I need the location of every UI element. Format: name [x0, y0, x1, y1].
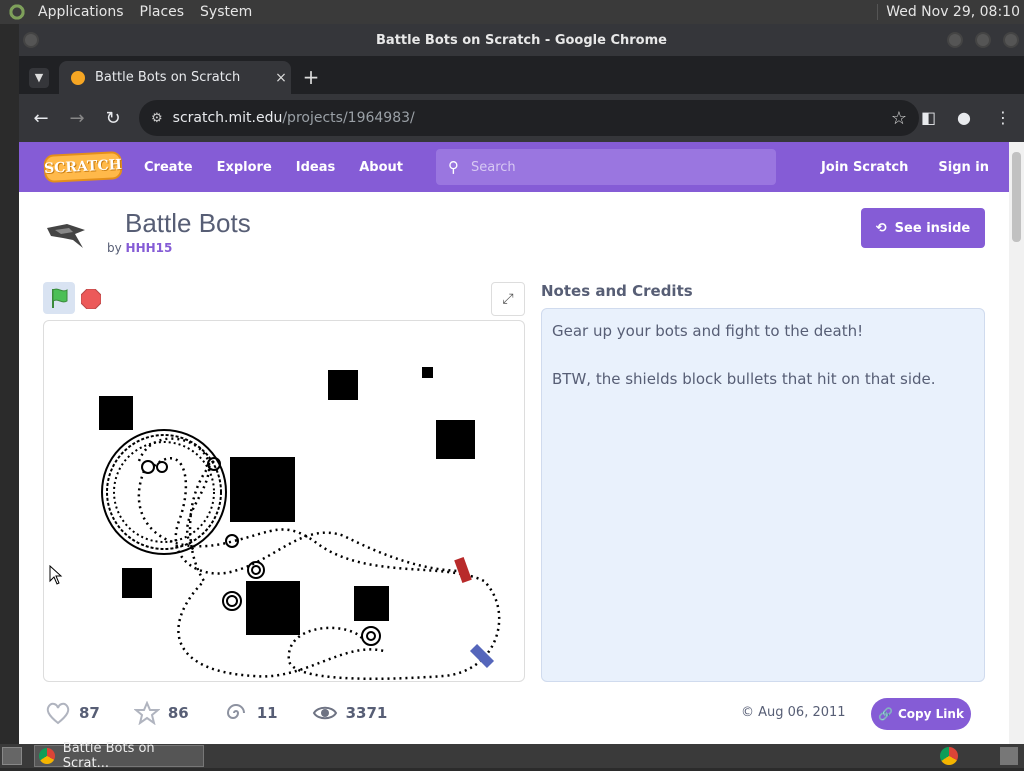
- eye-icon: [312, 706, 337, 720]
- search-input[interactable]: ⚲ Search: [436, 149, 776, 185]
- remix-arrows-icon: ⟲: [875, 220, 887, 236]
- stop-sign-icon[interactable]: [81, 289, 101, 309]
- browser-window: Battle Bots on Scratch - Google Chrome ▼…: [19, 24, 1024, 744]
- scratch-favicon-icon: [71, 70, 85, 85]
- favorite-count: 86: [167, 704, 189, 722]
- close-window-button[interactable]: [1003, 32, 1019, 48]
- menu-places[interactable]: Places: [140, 4, 185, 20]
- love-count: 87: [79, 704, 100, 722]
- top-panel: Applications Places System Wed Nov 29, 0…: [0, 0, 1024, 24]
- tracks: [101, 429, 227, 555]
- window-titlebar: Battle Bots on Scratch - Google Chrome: [19, 24, 1024, 56]
- forward-arrow-icon[interactable]: →: [59, 108, 95, 129]
- chrome-icon: [39, 748, 55, 764]
- heart-icon: [46, 702, 70, 725]
- tab-battle-bots[interactable]: Battle Bots on Scratch ×: [59, 61, 291, 94]
- taskbar: Battle Bots on Scrat...: [0, 741, 1024, 771]
- tab-close-icon[interactable]: ×: [271, 70, 291, 86]
- copy-link-button[interactable]: 🔗 Copy Link: [871, 698, 971, 730]
- nav-ideas[interactable]: Ideas: [296, 160, 335, 175]
- nav-explore[interactable]: Explore: [217, 160, 272, 175]
- reload-icon[interactable]: ↻: [95, 108, 131, 129]
- panel-menus: Applications Places System: [8, 3, 252, 21]
- address-bar[interactable]: ⚙ scratch.mit.edu/projects/1964983/ ☆: [139, 100, 919, 136]
- project-title: Battle Bots: [125, 208, 251, 238]
- taskbar-task-label: Battle Bots on Scrat...: [62, 741, 155, 771]
- tab-search-button[interactable]: ▼: [29, 68, 49, 88]
- by-prefix: by: [107, 241, 122, 255]
- project-thumbnail[interactable]: [45, 218, 91, 254]
- mouse-cursor-icon: [49, 565, 63, 585]
- stage-canvas: [99, 367, 501, 681]
- notes-heading: Notes and Credits: [541, 282, 693, 300]
- tab-title: Battle Bots on Scratch: [95, 70, 241, 85]
- see-inside-button[interactable]: ⟲ See inside: [861, 208, 985, 248]
- back-arrow-icon[interactable]: ←: [23, 108, 59, 129]
- kebab-menu-icon[interactable]: ⋮: [995, 108, 1011, 127]
- date-text: Aug 06, 2011: [758, 705, 846, 720]
- notes-line-2: BTW, the shields block bullets that hit …: [552, 370, 936, 388]
- scratch-page: SCRATCH Create Explore Ideas About ⚲ Sea…: [19, 142, 1009, 744]
- link-icon: 🔗: [878, 707, 893, 721]
- url-host: scratch.mit.edu: [172, 110, 283, 126]
- menu-system[interactable]: System: [200, 4, 252, 20]
- obstacles: [99, 367, 475, 635]
- author-link[interactable]: HHH15: [126, 241, 173, 255]
- profile-icon[interactable]: ●: [957, 108, 971, 127]
- distro-logo-icon[interactable]: [8, 3, 26, 21]
- browser-toolbar: ← → ↻ ⚙ scratch.mit.edu/projects/1964983…: [19, 94, 1024, 142]
- join-scratch-link[interactable]: Join Scratch: [821, 160, 908, 175]
- views-count: 3371: [345, 704, 388, 722]
- copyright-icon: ©: [741, 705, 754, 720]
- minimize-button[interactable]: [947, 32, 963, 48]
- notes-line-1: Gear up your bots and fight to the death…: [552, 322, 864, 340]
- new-tab-button[interactable]: +: [301, 67, 321, 88]
- views-stat: 3371: [312, 701, 388, 725]
- nav-create[interactable]: Create: [144, 160, 193, 175]
- menu-applications[interactable]: Applications: [38, 4, 124, 20]
- green-flag-icon: [52, 288, 68, 308]
- nav-account: Join Scratch Sign in: [821, 142, 989, 192]
- bookmark-star-icon[interactable]: ☆: [891, 108, 907, 129]
- remix-stat: 11: [223, 701, 278, 725]
- search-placeholder: Search: [471, 159, 516, 175]
- scratch-logo[interactable]: SCRATCH: [43, 150, 123, 184]
- panel-clock[interactable]: Wed Nov 29, 08:10: [877, 4, 1024, 20]
- remix-count: 11: [256, 704, 278, 722]
- window-title: Battle Bots on Scratch - Google Chrome: [376, 32, 667, 48]
- url-path: /projects/1964983/: [282, 110, 415, 126]
- site-info-icon[interactable]: ⚙: [151, 111, 163, 126]
- star-icon: [133, 701, 160, 725]
- search-icon: ⚲: [448, 158, 459, 176]
- share-date: © Aug 06, 2011: [741, 705, 846, 720]
- remix-spiral-icon: [226, 704, 245, 719]
- maximize-button[interactable]: [975, 32, 991, 48]
- scratch-navbar: SCRATCH Create Explore Ideas About ⚲ Sea…: [19, 142, 1009, 192]
- scrollbar-thumb[interactable]: [1012, 152, 1021, 242]
- dotted-paths: [137, 437, 501, 681]
- project-byline: by HHH15: [107, 241, 172, 255]
- page-scrollbar[interactable]: [1009, 142, 1024, 744]
- love-stat[interactable]: 87: [45, 701, 100, 725]
- side-panel-icon[interactable]: ◧: [921, 108, 936, 127]
- see-inside-label: See inside: [894, 220, 971, 236]
- favorite-stat[interactable]: 86: [133, 701, 189, 725]
- sign-in-link[interactable]: Sign in: [938, 160, 989, 175]
- taskbar-chrome-window[interactable]: Battle Bots on Scrat...: [34, 741, 204, 771]
- tray-chrome-icon[interactable]: [940, 747, 958, 765]
- tab-strip: ▼ Battle Bots on Scratch × +: [19, 56, 1024, 94]
- project-stage[interactable]: [43, 320, 525, 682]
- copy-link-label: Copy Link: [898, 707, 964, 721]
- nav-about[interactable]: About: [359, 160, 403, 175]
- window-menu-button[interactable]: [23, 32, 39, 48]
- trash-icon[interactable]: [1000, 747, 1018, 765]
- green-flag-button[interactable]: [43, 282, 75, 314]
- fullscreen-button[interactable]: ⤢: [491, 282, 525, 316]
- project-stats: 87 86 11 3371: [45, 698, 421, 728]
- notes-panel: Gear up your bots and fight to the death…: [541, 308, 985, 682]
- show-desktop-button[interactable]: [2, 747, 22, 765]
